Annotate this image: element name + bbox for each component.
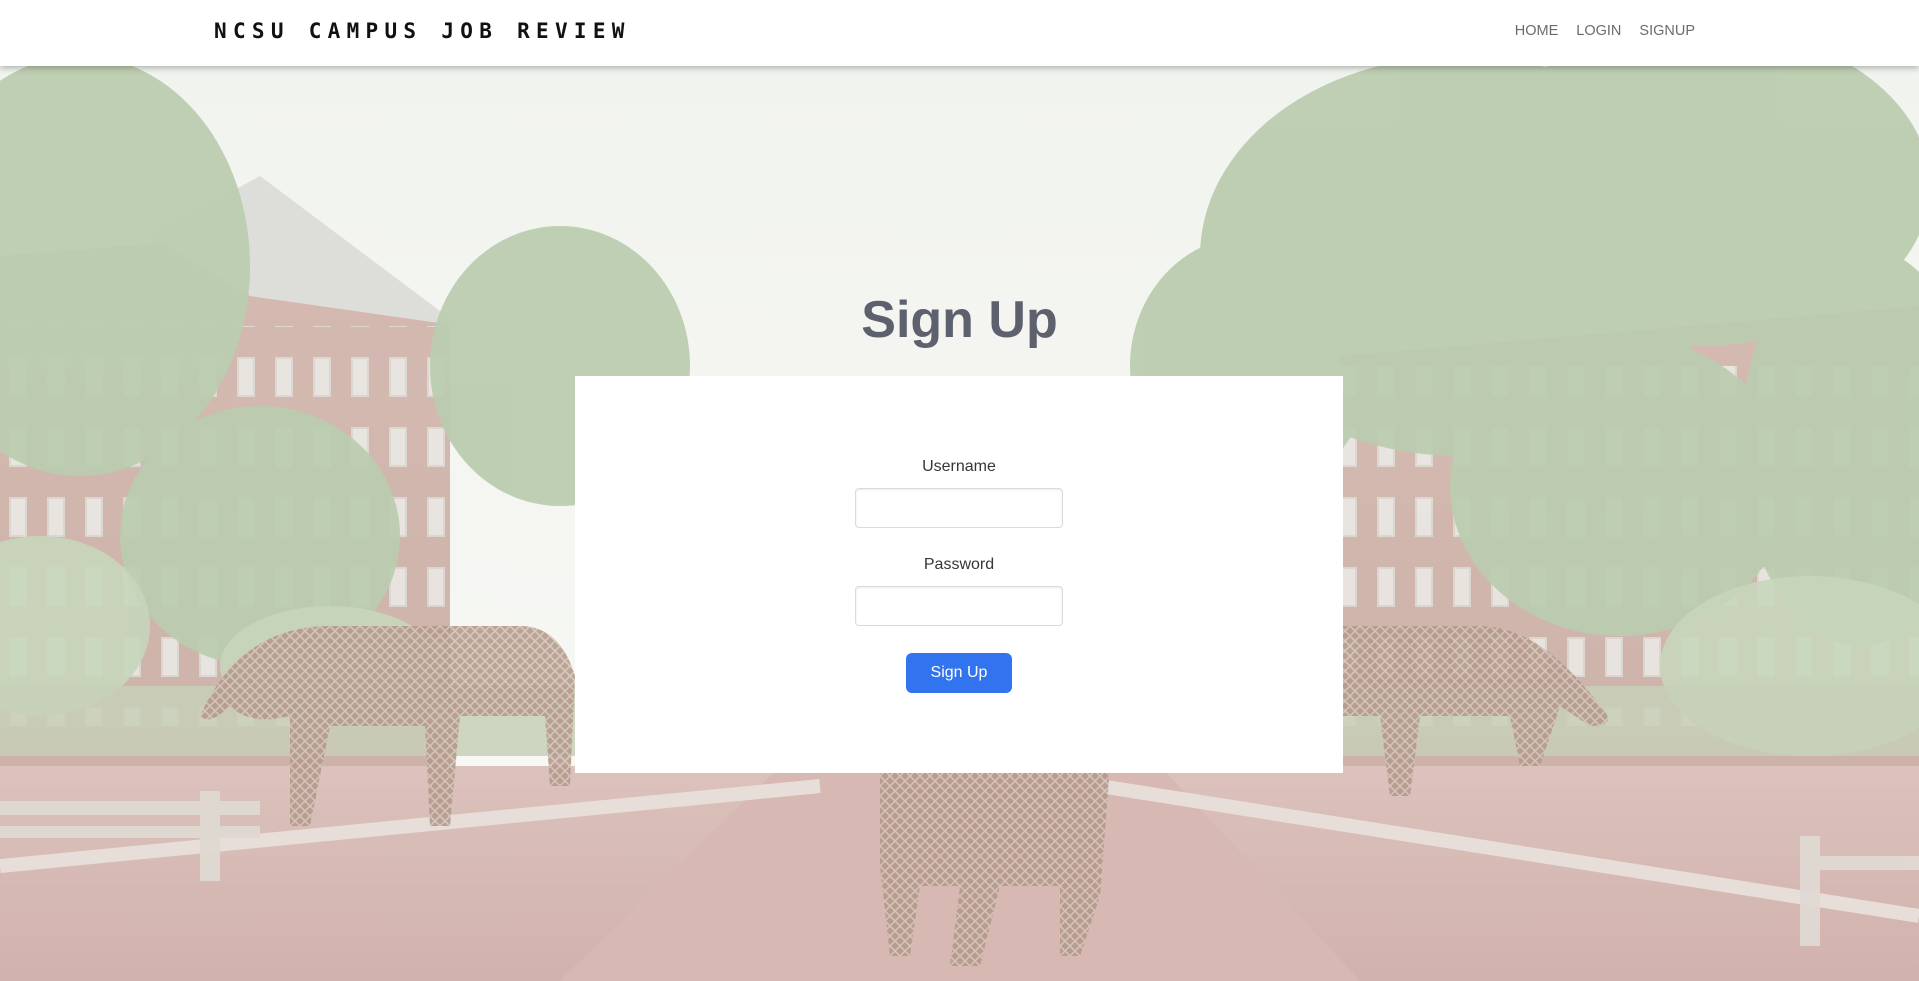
- username-label: Username: [922, 458, 996, 475]
- nav-link-signup[interactable]: SIGNUP: [1639, 23, 1695, 39]
- username-input[interactable]: [855, 488, 1063, 528]
- password-label: Password: [923, 556, 995, 573]
- navbar: NCSU CAMPUS JOB REVIEW HOME LOGIN SIGNUP: [0, 0, 1919, 66]
- signup-submit-button[interactable]: Sign Up: [906, 653, 1012, 693]
- nav-links: HOME LOGIN SIGNUP: [1515, 23, 1695, 39]
- signup-card: Username Password Sign Up: [575, 376, 1343, 773]
- password-input[interactable]: [855, 586, 1063, 626]
- page-title: Sign Up: [861, 291, 1058, 349]
- nav-link-home[interactable]: HOME: [1515, 23, 1559, 39]
- nav-link-login[interactable]: LOGIN: [1576, 23, 1621, 39]
- brand-logo[interactable]: NCSU CAMPUS JOB REVIEW: [214, 19, 631, 43]
